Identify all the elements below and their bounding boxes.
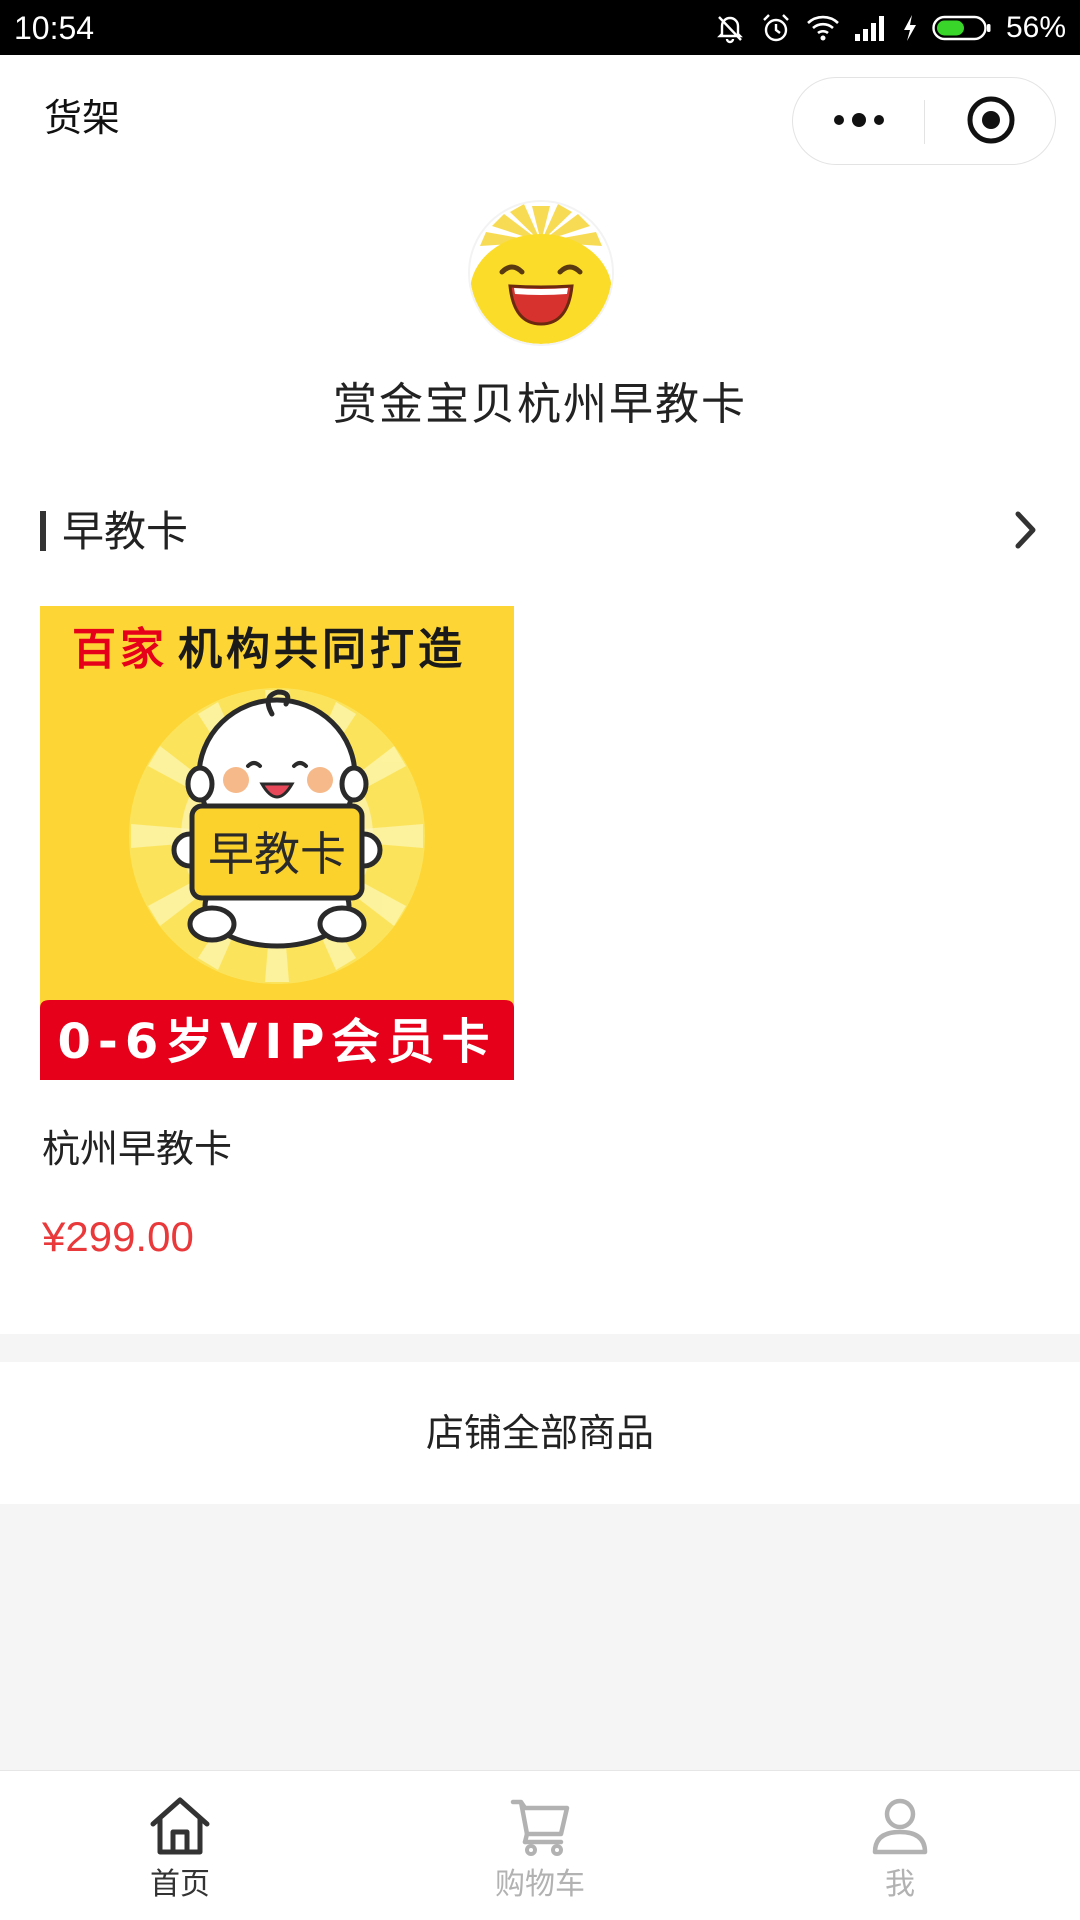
product-banner-black: 机构共同打造 xyxy=(178,624,466,675)
cart-icon xyxy=(507,1793,573,1859)
status-icons: 56% xyxy=(714,9,1066,47)
tab-me-label: 我 xyxy=(885,1867,915,1902)
status-time: 10:54 xyxy=(14,10,95,46)
tab-cart[interactable]: 购物车 xyxy=(360,1771,720,1920)
home-icon xyxy=(147,1793,213,1859)
tab-cart-label: 购物车 xyxy=(495,1867,585,1902)
product-name[interactable]: 杭州早教卡 xyxy=(42,1124,232,1174)
product-card-text: 早教卡 xyxy=(208,827,346,881)
all-products-link[interactable]: 店铺全部商品 xyxy=(0,1362,1080,1504)
signal-icon xyxy=(854,14,888,42)
product-footer-text: 0-6岁VIP会员卡 xyxy=(58,1014,497,1070)
tab-me[interactable]: 我 xyxy=(720,1771,1080,1920)
battery-percent: 56% xyxy=(1005,11,1066,44)
empty-area xyxy=(0,1504,1080,1770)
product-banner-red: 百家 xyxy=(72,624,168,675)
page-title: 货架 xyxy=(44,96,121,140)
status-bar: 10:54 56% xyxy=(0,0,1080,55)
mini-program-capsule xyxy=(792,77,1056,165)
nav-bar: 货架 xyxy=(0,55,1080,185)
product-price: ¥299.00 xyxy=(42,1213,194,1260)
wifi-icon xyxy=(806,13,840,43)
section-divider xyxy=(0,1334,1080,1362)
tab-home[interactable]: 首页 xyxy=(0,1771,360,1920)
target-close-icon xyxy=(965,94,1017,150)
charging-icon xyxy=(902,14,918,42)
battery-icon xyxy=(932,14,992,42)
chevron-right-icon xyxy=(1013,510,1039,554)
smiling-sun-logo xyxy=(470,202,612,344)
more-dots-icon xyxy=(831,110,887,134)
shop-name: 赏金宝贝杭州早教卡 xyxy=(333,379,747,430)
user-icon xyxy=(867,1793,933,1859)
section-more-button[interactable] xyxy=(1002,508,1050,556)
alarm-icon xyxy=(760,12,792,44)
product-image[interactable]: 百家 机构共同打造 早教卡 0-6岁VIP会员卡 xyxy=(40,606,514,1080)
close-button[interactable] xyxy=(925,78,1056,166)
tab-bar: 首页 购物车 我 xyxy=(0,1770,1080,1920)
section-title: 早教卡 xyxy=(62,507,189,556)
section-indicator xyxy=(40,511,46,551)
shop-avatar xyxy=(468,200,614,346)
more-button[interactable] xyxy=(793,78,924,166)
mute-bell-icon xyxy=(714,12,746,44)
product-card[interactable]: 百家 机构共同打造 早教卡 0-6岁VIP会员卡 杭州早教卡 ¥299.00 xyxy=(40,606,516,1260)
tab-home-label: 首页 xyxy=(150,1867,210,1902)
